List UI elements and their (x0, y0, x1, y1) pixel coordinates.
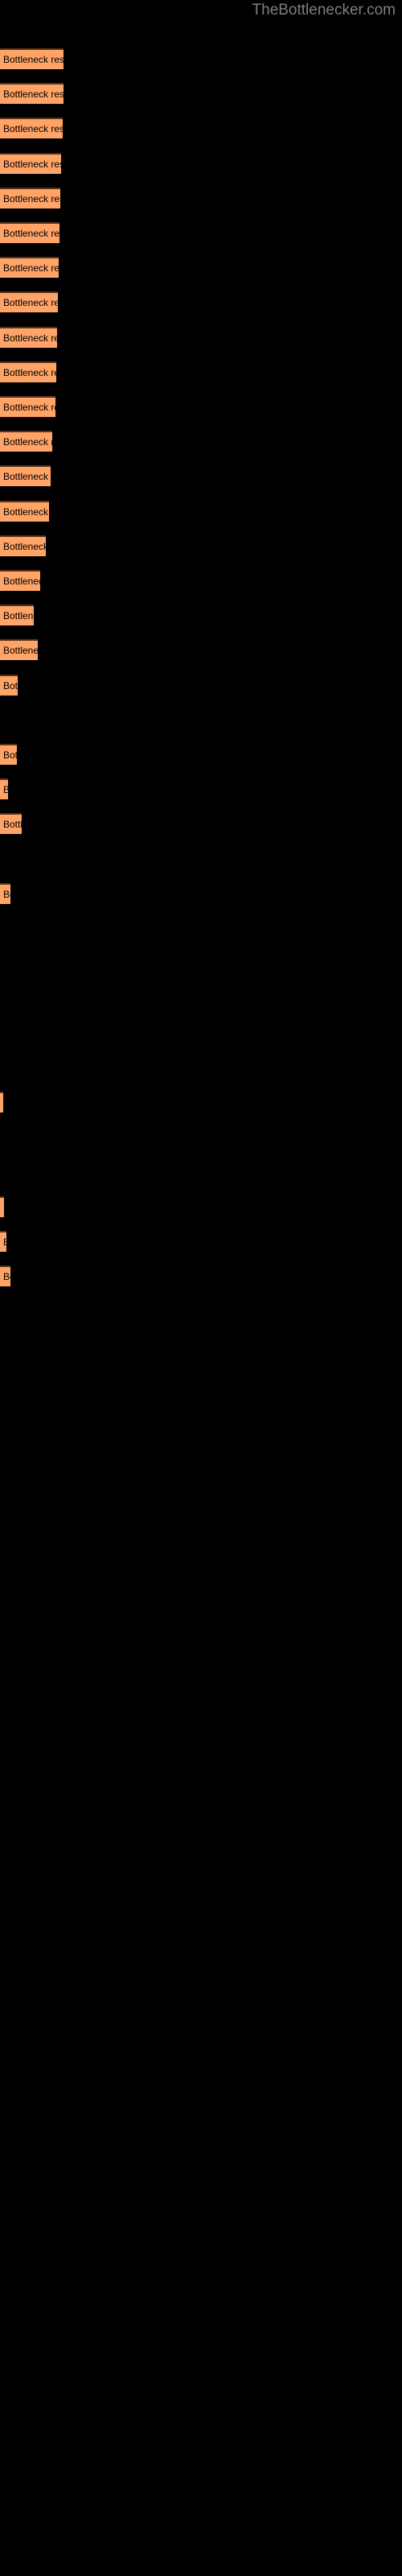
bar-35: Bottleneck result (0, 1230, 6, 1252)
bar-label: Bottleneck result (3, 679, 18, 691)
bar-label: Bottleneck result (3, 610, 34, 622)
bar-label: Bottleneck result (3, 784, 8, 795)
bar-19: Bottleneck result (0, 674, 18, 696)
bar-8: Bottleneck result (0, 291, 58, 313)
bar-label: Bottleneck result (3, 1236, 6, 1248)
bar-label: Bottleneck result (3, 819, 22, 831)
bar-6: Bottleneck result (0, 222, 59, 243)
bar-label: Bottleneck result (3, 436, 52, 448)
bar-34: Bottleneck result (0, 1195, 4, 1217)
bar-label: Bottleneck result (3, 506, 49, 518)
bar-10: Bottleneck result (0, 361, 56, 382)
bar-9: Bottleneck result (0, 326, 57, 348)
bar-11: Bottleneck result (0, 396, 55, 417)
bar-label: Bottleneck result (3, 749, 17, 761)
bar-label: Bottleneck result (3, 576, 40, 587)
bar-label: Bottleneck result (3, 192, 60, 204)
bar-22: Bottleneck result (0, 778, 8, 800)
bar-13: Bottleneck result (0, 465, 51, 487)
bar-4: Bottleneck result (0, 152, 61, 174)
bar-2: Bottleneck result (0, 83, 64, 105)
bar-label: Bottleneck result (3, 123, 63, 135)
bar-1: Bottleneck result (0, 48, 64, 69)
bar-label: Bottleneck result (3, 228, 59, 239)
bar-label: Bottleneck result (3, 471, 51, 483)
bar-15: Bottleneck result (0, 535, 46, 556)
bar-7: Bottleneck result (0, 257, 59, 279)
bar-label: Bottleneck result (3, 402, 55, 413)
bar-3: Bottleneck result (0, 118, 63, 139)
bar-label: Bottleneck result (3, 297, 58, 309)
bar-25: Bottleneck result (0, 882, 10, 904)
bar-12: Bottleneck result (0, 431, 52, 452)
bar-label: Bottleneck result (3, 888, 10, 900)
bar-label: Bottleneck result (3, 262, 59, 275)
bar-5: Bottleneck result (0, 187, 60, 208)
bar-label: Bottleneck result (3, 645, 38, 657)
bar-label: Bottleneck result (3, 366, 56, 378)
bar-label: Bottleneck result (3, 540, 46, 552)
bar-label: Bottleneck result (3, 89, 64, 101)
bottleneck-bar-chart: Bottleneck result Bottleneck result Bottle… (0, 0, 402, 2576)
bar-14: Bottleneck result (0, 500, 49, 522)
bar-16: Bottleneck result (0, 570, 40, 591)
bar-label: Bottleneck result (3, 54, 64, 65)
bar-label: Bottleneck result (3, 1202, 4, 1213)
bar-label: Bottleneck result (3, 332, 57, 344)
bar-21: Bottleneck result (0, 744, 17, 765)
bar-18: Bottleneck result (0, 639, 38, 661)
bar-23: Bottleneck result (0, 813, 22, 835)
bar-label: Bottleneck result (3, 158, 61, 170)
bar-36: Bottleneck result (0, 1265, 10, 1286)
bar-label: Bottleneck result (3, 1271, 10, 1282)
bar-17: Bottleneck result (0, 605, 34, 626)
bar-31: Bottleneck result (0, 1092, 3, 1113)
